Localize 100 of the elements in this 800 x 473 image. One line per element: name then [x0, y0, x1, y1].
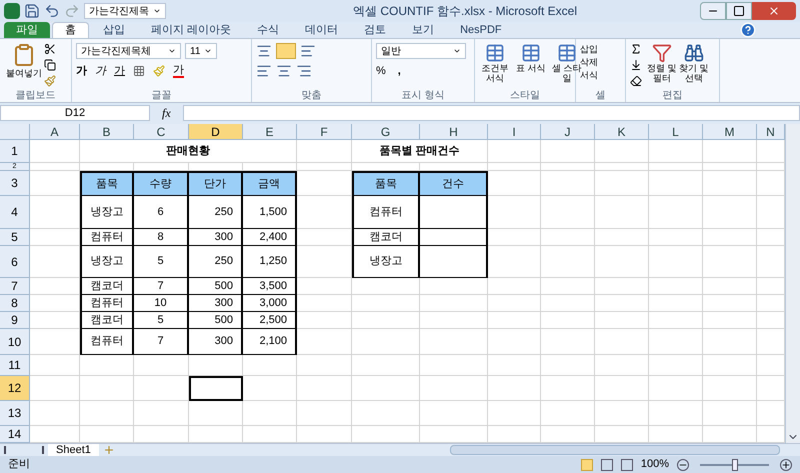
cell[interactable]: 금액	[243, 171, 297, 196]
zoom-in-icon[interactable]	[780, 458, 792, 470]
cell[interactable]: 250	[189, 196, 243, 229]
ribbon-tab[interactable]: 수식	[245, 22, 292, 38]
row-header[interactable]: 10	[0, 329, 30, 355]
cell[interactable]: 3,000	[243, 295, 297, 312]
cell[interactable]	[420, 246, 488, 278]
cell[interactable]: 캠코더	[352, 229, 420, 246]
column-header[interactable]: H	[420, 124, 488, 140]
ribbon-tab[interactable]: 삽입	[91, 22, 137, 38]
row-header[interactable]: 6	[0, 246, 30, 278]
font-size-field[interactable]: 11	[185, 43, 217, 59]
help-icon[interactable]	[740, 22, 756, 38]
percent-button[interactable]: %	[376, 63, 386, 80]
underline-button[interactable]: 가	[114, 63, 125, 80]
bold-button[interactable]: 가	[76, 63, 87, 80]
select-all-corner[interactable]	[0, 124, 30, 140]
font-color-button[interactable]: 가	[173, 64, 184, 78]
column-header[interactable]: B	[80, 124, 134, 140]
cell[interactable]: 컴퓨터	[352, 196, 420, 229]
row-header[interactable]: 14	[0, 426, 30, 443]
cells-button[interactable]: 삽입	[580, 43, 598, 56]
cell[interactable]: 컴퓨터	[80, 295, 134, 312]
page-break-view-icon[interactable]	[620, 458, 633, 470]
align-left-icon[interactable]	[256, 63, 272, 79]
cell[interactable]: 컴퓨터	[80, 229, 134, 246]
column-header[interactable]: I	[488, 124, 541, 140]
sheet-tab[interactable]: Sheet1	[48, 444, 99, 456]
cell[interactable]: 냉장고	[80, 246, 134, 278]
row-header[interactable]: 5	[0, 229, 30, 246]
font-name-field[interactable]: 가는각진제목체	[76, 43, 181, 59]
column-header[interactable]: A	[30, 124, 80, 140]
cell[interactable]: 컴퓨터	[80, 329, 134, 355]
row-header[interactable]: 11	[0, 355, 30, 376]
row-header[interactable]: 12	[0, 376, 30, 401]
cell[interactable]: 6	[134, 196, 189, 229]
close-button[interactable]	[752, 2, 796, 20]
row-header[interactable]: 7	[0, 278, 30, 295]
ribbon-tab[interactable]: 홈	[52, 22, 89, 38]
quick-font-box[interactable]: 가는각진제목	[84, 3, 166, 19]
cell[interactable]: 캠코더	[80, 312, 134, 329]
cell[interactable]: 수량	[134, 171, 189, 196]
cell[interactable]: 5	[134, 246, 189, 278]
cell[interactable]: 250	[189, 246, 243, 278]
cell[interactable]: 냉장고	[80, 196, 134, 229]
cell[interactable]: 300	[189, 229, 243, 246]
maximize-button[interactable]	[726, 2, 752, 20]
cell[interactable]: 300	[189, 295, 243, 312]
cell[interactable]: 판매현황	[80, 140, 297, 163]
insert-function-button[interactable]: fx	[154, 104, 179, 122]
row-header[interactable]: 3	[0, 171, 30, 196]
sum-icon[interactable]	[630, 43, 642, 55]
file-tab[interactable]: 파일	[4, 22, 50, 38]
row-header[interactable]: 4	[0, 196, 30, 229]
column-header[interactable]: L	[649, 124, 703, 140]
selected-cell[interactable]	[189, 376, 243, 401]
zoom-slider[interactable]	[697, 458, 772, 470]
zoom-slider-thumb[interactable]	[732, 458, 738, 470]
column-header[interactable]: E	[243, 124, 297, 140]
cell[interactable]: 단가	[189, 171, 243, 196]
paste-button[interactable]: 붙여넣기	[4, 43, 44, 89]
cell[interactable]: 건수	[420, 171, 488, 196]
column-header[interactable]: J	[541, 124, 595, 140]
cell[interactable]: 7	[134, 329, 189, 355]
cell[interactable]: 품목	[80, 171, 134, 196]
style-button[interactable]: 표 서식	[515, 43, 547, 89]
cell[interactable]: 7	[134, 278, 189, 295]
cell[interactable]: 500	[189, 312, 243, 329]
normal-view-icon[interactable]	[580, 458, 593, 470]
cells-button[interactable]: 삭제	[580, 56, 598, 69]
cell[interactable]	[420, 229, 488, 246]
italic-button[interactable]: 가	[95, 63, 106, 80]
fill-color-icon[interactable]	[153, 65, 165, 78]
save-icon[interactable]	[24, 3, 40, 19]
cell[interactable]: 2,400	[243, 229, 297, 246]
cell[interactable]: 냉장고	[352, 246, 420, 278]
new-sheet-icon[interactable]	[102, 444, 115, 456]
cut-icon[interactable]	[44, 43, 56, 55]
cells-button[interactable]: 서식	[580, 69, 598, 82]
style-button[interactable]: 조건부 서식	[479, 43, 511, 89]
editing-button[interactable]: 정렬 및 필터	[646, 43, 678, 89]
row-header[interactable]: 13	[0, 401, 30, 426]
column-header[interactable]: M	[703, 124, 757, 140]
cell[interactable]: 10	[134, 295, 189, 312]
copy-icon[interactable]	[44, 59, 56, 71]
column-header[interactable]: D	[189, 124, 243, 140]
row-header[interactable]: 9	[0, 312, 30, 329]
row-header[interactable]: 8	[0, 295, 30, 312]
align-bottom-icon[interactable]	[300, 43, 316, 59]
eraser-icon[interactable]	[630, 75, 642, 87]
align-right-icon[interactable]	[296, 63, 312, 79]
cell[interactable]	[420, 196, 488, 229]
number-format-field[interactable]: 일반	[376, 43, 466, 59]
ribbon-tab[interactable]: 데이터	[293, 22, 350, 38]
cell[interactable]: 2,100	[243, 329, 297, 355]
formula-input[interactable]	[182, 105, 800, 121]
comma-button[interactable]: ,	[398, 63, 401, 80]
column-header[interactable]: G	[352, 124, 420, 140]
row-header[interactable]: 1	[0, 140, 30, 163]
align-center-icon[interactable]	[276, 63, 292, 79]
